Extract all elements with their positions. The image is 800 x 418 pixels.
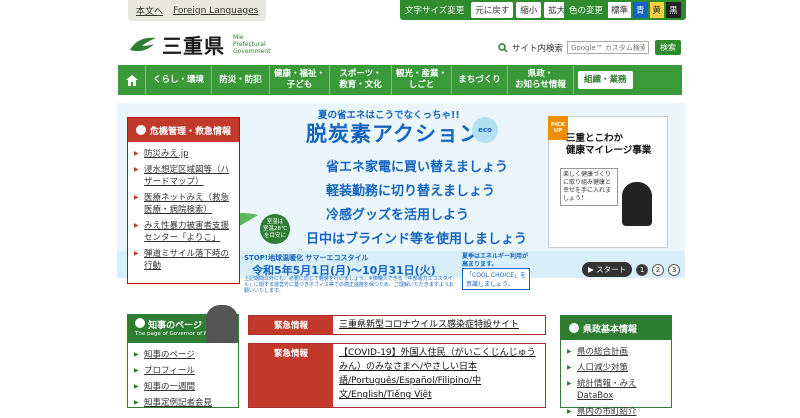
color-black-button[interactable]: 黒 xyxy=(666,2,681,18)
alert-icon xyxy=(136,125,146,135)
nav-tourism-industry[interactable]: 観光・産業・ しごと xyxy=(392,65,452,95)
emergency-row-2[interactable]: 緊急情報 【COVID-19】外国人住民（がいこくじんじゅうみん）のみなさまへ/… xyxy=(248,343,546,408)
slider-start-button[interactable]: ▶ スタート xyxy=(582,262,633,277)
banner-energy-note: 夏季はエネルギー利用が 高まります。 xyxy=(462,253,529,268)
crisis-link-bousai[interactable]: 防災みえ.jp xyxy=(134,148,235,160)
crisis-link-medical-net[interactable]: 医療ネットみえ（救急医療・病院検索） xyxy=(134,192,235,216)
emergency-row-1[interactable]: 緊急情報 三重県新型コロナウイルス感染症特設サイト xyxy=(248,315,546,335)
logo-english: Mie Prefectural Government xyxy=(233,34,271,55)
crisis-link-hazard-map[interactable]: 浸水想定区域図等（ハザードマップ） xyxy=(134,164,235,188)
crisis-header: 危機管理・救急情報 xyxy=(128,118,239,142)
pref-link-statistics[interactable]: 統計情報・みえDataBox xyxy=(567,378,671,402)
global-nav: くらし・環境 防災・防犯 健康・福祉・ 子ども スポーツ・ 教育・文化 観光・産… xyxy=(118,65,682,95)
search-button[interactable]: 検索 xyxy=(655,40,682,55)
slide-dot-1[interactable]: 1 xyxy=(636,263,649,276)
font-shrink-button[interactable]: 縮小 xyxy=(516,2,542,18)
color-control: 色の変更 標準 青 黄 黒 xyxy=(564,0,686,20)
foreign-languages-link[interactable]: Foreign Languages xyxy=(173,6,258,16)
emergency-text[interactable]: 【COVID-19】外国人住民（がいこくじんじゅうみん）のみなさまへ/やさしい日… xyxy=(333,344,543,407)
emergency-tag: 緊急情報 xyxy=(249,344,333,407)
banner-line-2: 軽装勤務に切り替えましょう xyxy=(326,184,496,199)
governor-link-page[interactable]: 知事のページ xyxy=(134,349,238,361)
pref-link-plan[interactable]: 県の総合計画 xyxy=(567,346,671,358)
nav-life-environment[interactable]: くらし・環境 xyxy=(146,65,212,95)
font-size-label: 文字サイズ変更 xyxy=(405,6,465,16)
search-input[interactable] xyxy=(567,41,650,54)
emergency-tag: 緊急情報 xyxy=(249,316,333,334)
crisis-panel: 危機管理・救急情報 防災みえ.jp 浸水想定区域図等（ハザードマップ） 医療ネッ… xyxy=(127,117,240,284)
governor-link-week[interactable]: 知事の一週間 xyxy=(134,381,238,393)
nav-prefecture-info[interactable]: 県政・ お知らせ情報 xyxy=(508,65,574,95)
logo-text: 三重県 xyxy=(162,34,225,58)
banner-line-4: 日中はブラインド等を使用しましょう xyxy=(306,232,528,247)
governor-photo xyxy=(206,305,238,343)
color-label: 色の変更 xyxy=(569,6,604,16)
crisis-link-support-center[interactable]: みえ性暴力被害者支援センター「よりこ」 xyxy=(134,220,235,244)
prefecture-info-header: 県政基本情報 xyxy=(561,316,671,340)
pickup-subtitle: 楽しく健康づくりに取り組み健康と幸せを手に入れましょう！ xyxy=(560,168,618,206)
banner-title: 脱炭素アクション xyxy=(306,122,481,146)
mie-logo-icon xyxy=(130,37,156,51)
site-logo[interactable]: 三重県 Mie Prefectural Government xyxy=(128,30,270,59)
nav-health-welfare[interactable]: 健康・福祉・ 子ども xyxy=(270,65,330,95)
site-search: サイト内検索 検索 xyxy=(498,40,682,55)
governor-icon xyxy=(135,318,145,328)
governor-title: 知事のページ xyxy=(148,321,202,331)
emergency-text[interactable]: 三重県新型コロナウイルス感染症特設サイト xyxy=(333,316,525,334)
home-icon xyxy=(125,74,138,86)
governor-link-profile[interactable]: プロフィール xyxy=(134,365,238,377)
crisis-title: 危機管理・救急情報 xyxy=(150,126,232,137)
pickup-tag: PICK UP xyxy=(548,116,568,140)
slider-controls: ▶ スタート 1 2 3 xyxy=(582,262,681,277)
nav-disaster-prevention[interactable]: 防災・防犯 xyxy=(212,65,270,95)
prefecture-info-panel: 県政基本情報 県の総合計画 人口減少対策 統計情報・みえDataBox 県内の市… xyxy=(560,315,672,418)
color-blue-button[interactable]: 青 xyxy=(633,2,648,18)
slide-dot-2[interactable]: 2 xyxy=(652,263,665,276)
language-bar: 本文へ Foreign Languages xyxy=(128,0,267,21)
cool-choice-box: 「COOL CHOICE」を 意識しましょう。 xyxy=(462,268,531,290)
search-icon xyxy=(498,42,508,53)
color-standard-button[interactable]: 標準 xyxy=(608,2,632,18)
pref-link-population[interactable]: 人口減少対策 xyxy=(567,362,671,374)
nav-sports-education[interactable]: スポーツ・ 教育・文化 xyxy=(330,65,392,95)
font-reset-button[interactable]: 元に戻す xyxy=(471,2,514,18)
search-label: サイト内検索 xyxy=(512,43,564,54)
prefecture-info-title: 県政基本情報 xyxy=(583,324,638,335)
room-temperature-badge: 室温は 室温28℃ を目安に xyxy=(260,214,290,244)
nav-organization[interactable]: 組織・業務 xyxy=(578,71,633,89)
pickup-title: 三重とこわか 健康マイレージ事業 xyxy=(566,133,652,156)
banner-fine-print: 上記期間以外にも、必要に応じて軽装を行いましょう。※御購入できる「中部電力エコス… xyxy=(244,276,454,294)
eco-bulb-icon: eco xyxy=(472,117,498,143)
ninja-mascot-icon xyxy=(622,182,652,226)
nav-home[interactable] xyxy=(118,65,146,95)
slide-dot-3[interactable]: 3 xyxy=(668,263,681,276)
info-icon xyxy=(569,323,579,333)
banner-line-1: 省エネ家電に買い替えましょう xyxy=(326,160,509,175)
banner-line-3: 冷感グッズを活用しよう xyxy=(326,208,470,223)
nav-town-planning[interactable]: まちづくり xyxy=(452,65,508,95)
crisis-link-missile[interactable]: 弾道ミサイル落下時の行動 xyxy=(134,248,235,272)
governor-link-press[interactable]: 知事定例記者会見 xyxy=(134,397,238,409)
text-version-link[interactable]: 本文へ xyxy=(136,4,163,17)
font-size-control: 文字サイズ変更 元に戻す 縮小 拡大 xyxy=(400,0,575,20)
color-yellow-button[interactable]: 黄 xyxy=(649,2,665,18)
